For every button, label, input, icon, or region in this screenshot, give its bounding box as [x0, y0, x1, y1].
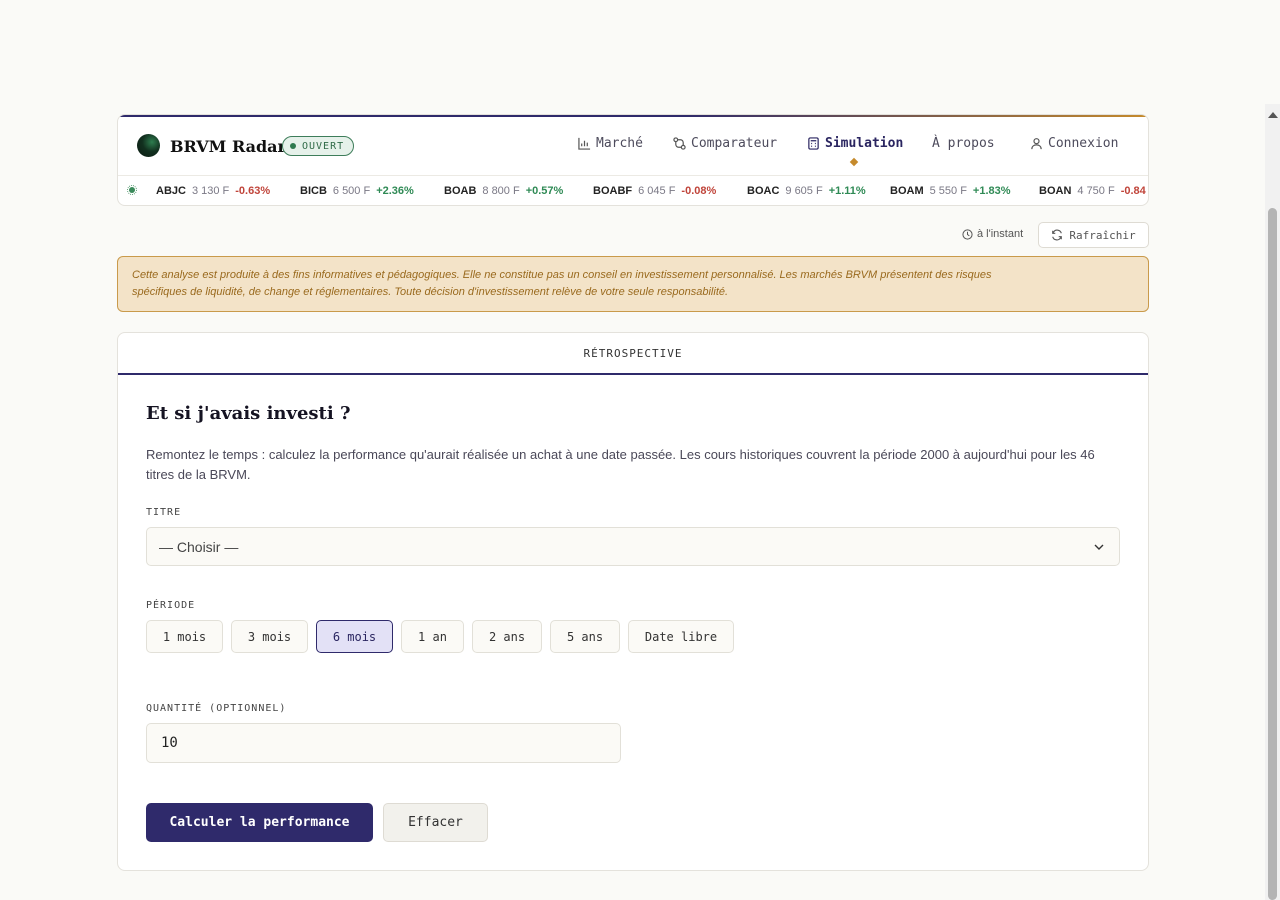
titre-label: TITRE — [146, 507, 182, 518]
quantite-input[interactable]: 10 — [146, 723, 621, 763]
nav-item-marche[interactable]: Marché — [578, 136, 643, 151]
period-2-ans[interactable]: 2 ans — [472, 620, 542, 653]
chevron-down-icon — [1094, 544, 1104, 550]
ticker-change: +1.11% — [828, 185, 866, 197]
period-label: Date libre — [644, 629, 718, 644]
nav-label: À propos — [932, 136, 995, 151]
app-header: BRVM Radar OUVERT Marché Comparateur Sim… — [117, 114, 1149, 206]
quantite-label: QUANTITÉ (OPTIONNEL) — [146, 703, 287, 714]
status-dot-icon — [290, 143, 296, 149]
period-date-libre[interactable]: Date libre — [628, 620, 734, 653]
market-status-badge: OUVERT — [282, 136, 355, 156]
disclaimer-banner: Cette analyse est produite à des fins in… — [117, 256, 1149, 312]
nav-label: Marché — [596, 136, 643, 151]
ticker-change: +1.83% — [972, 185, 1011, 197]
nav-bar: BRVM Radar OUVERT Marché Comparateur Sim… — [118, 117, 1148, 176]
tab-label: RÉTROSPECTIVE — [583, 346, 683, 360]
period-label: 3 mois — [247, 629, 292, 644]
ticker-item[interactable]: BOAN 4 750 F -0.84 — [1039, 185, 1146, 197]
ticker-symbol: BOABF — [593, 185, 633, 197]
nav-item-comparateur[interactable]: Comparateur — [673, 136, 777, 151]
market-status-label: OUVERT — [302, 140, 345, 152]
disclaimer-line: Cette analyse est produite à des fins in… — [132, 269, 992, 281]
user-icon — [1031, 138, 1042, 150]
ticker-item[interactable]: BOABF 6 045 F -0.08% — [593, 185, 716, 197]
calculate-button[interactable]: Calculer la performance — [146, 803, 373, 842]
period-label: 1 an — [418, 629, 447, 644]
refresh-icon — [1052, 229, 1063, 241]
ticker-symbol: BICB — [300, 185, 327, 197]
period-3-mois[interactable]: 3 mois — [231, 620, 308, 653]
ticker-item[interactable]: BOAC 9 605 F +1.11% — [747, 185, 866, 197]
ticker-item[interactable]: BICB 6 500 F +2.36% — [300, 185, 414, 197]
calculate-label: Calculer la performance — [169, 815, 350, 830]
ticker-price: 6 045 F — [638, 185, 676, 197]
titre-select[interactable]: — Choisir — — [146, 527, 1120, 566]
nav-label: Connexion — [1048, 136, 1119, 151]
ticker-price: 4 750 F — [1077, 185, 1115, 197]
brand-name[interactable]: BRVM Radar — [170, 137, 286, 156]
ticker-strip: ABJC 3 130 F -0.63% BICB 6 500 F +2.36% … — [118, 176, 1148, 205]
ticker-item[interactable]: ABJC 3 130 F -0.63% — [156, 185, 270, 197]
ticker-change: -0.84 — [1120, 185, 1146, 197]
nav-label: Simulation — [825, 136, 904, 151]
nav-item-simulation[interactable]: Simulation — [807, 136, 903, 151]
refresh-label: Rafraîchir — [1069, 228, 1136, 242]
logo-icon[interactable] — [137, 134, 160, 157]
ticker-price: 6 500 F — [332, 185, 371, 197]
ticker-symbol: BOAB — [444, 185, 477, 197]
clear-label: Effacer — [408, 815, 463, 830]
ticker-item[interactable]: BOAM 5 550 F +1.83% — [890, 185, 1011, 197]
clock-icon — [962, 228, 973, 240]
ticker-price: 3 130 F — [191, 185, 230, 197]
ticker-symbol: ABJC — [156, 185, 186, 197]
quantite-value: 10 — [161, 735, 178, 751]
nav-item-a-propos[interactable]: À propos — [932, 136, 995, 151]
period-1-an[interactable]: 1 an — [401, 620, 464, 653]
period-label: 2 ans — [488, 629, 526, 644]
live-sun-icon — [127, 185, 137, 195]
ticker-symbol: BOAM — [890, 185, 924, 197]
ticker-change: +2.36% — [376, 185, 414, 197]
ticker-item[interactable]: BOAB 8 800 F +0.57% — [444, 185, 563, 197]
card-description: Remontez le temps : calculez la performa… — [146, 447, 1095, 482]
nav-label: Comparateur — [691, 136, 778, 151]
refresh-button[interactable]: Rafraîchir — [1038, 222, 1149, 248]
card-title: Et si j'avais investi ? — [146, 403, 351, 424]
ticker-change: +0.57% — [525, 185, 564, 197]
scroll-up-arrow-icon[interactable] — [1268, 112, 1278, 118]
titre-select-value: — Choisir — — [159, 538, 239, 555]
ticker-price: 5 550 F — [929, 185, 967, 197]
ticker-price: 8 800 F — [482, 185, 520, 197]
period-label: 1 mois — [162, 629, 207, 644]
scrollbar-thumb[interactable] — [1268, 208, 1277, 900]
disclaimer-line: spécifiques de liquidité, de change et r… — [132, 286, 729, 298]
nav-item-connexion[interactable]: Connexion — [1030, 136, 1118, 151]
last-updated: à l'instant — [962, 228, 1023, 240]
period-6-mois[interactable]: 6 mois — [316, 620, 393, 653]
periode-label: PÉRIODE — [146, 600, 196, 611]
period-1-mois[interactable]: 1 mois — [146, 620, 223, 653]
ticker-change: -0.63% — [235, 185, 271, 197]
period-label: 5 ans — [566, 629, 604, 644]
compare-icon — [673, 137, 686, 150]
ticker-price: 9 605 F — [785, 185, 823, 197]
active-nav-indicator — [849, 157, 859, 167]
last-updated-text: à l'instant — [977, 228, 1024, 240]
simulation-card: RÉTROSPECTIVE Et si j'avais investi ? Re… — [117, 332, 1149, 871]
bar-chart-icon — [578, 137, 591, 150]
ticker-change: -0.08% — [681, 185, 717, 197]
tab-retrospective[interactable]: RÉTROSPECTIVE — [118, 333, 1148, 375]
period-label: 6 mois — [332, 629, 377, 644]
calculator-icon — [808, 137, 819, 150]
clear-button[interactable]: Effacer — [383, 803, 488, 842]
ticker-symbol: BOAC — [747, 185, 780, 197]
ticker-symbol: BOAN — [1039, 185, 1072, 197]
period-5-ans[interactable]: 5 ans — [550, 620, 620, 653]
